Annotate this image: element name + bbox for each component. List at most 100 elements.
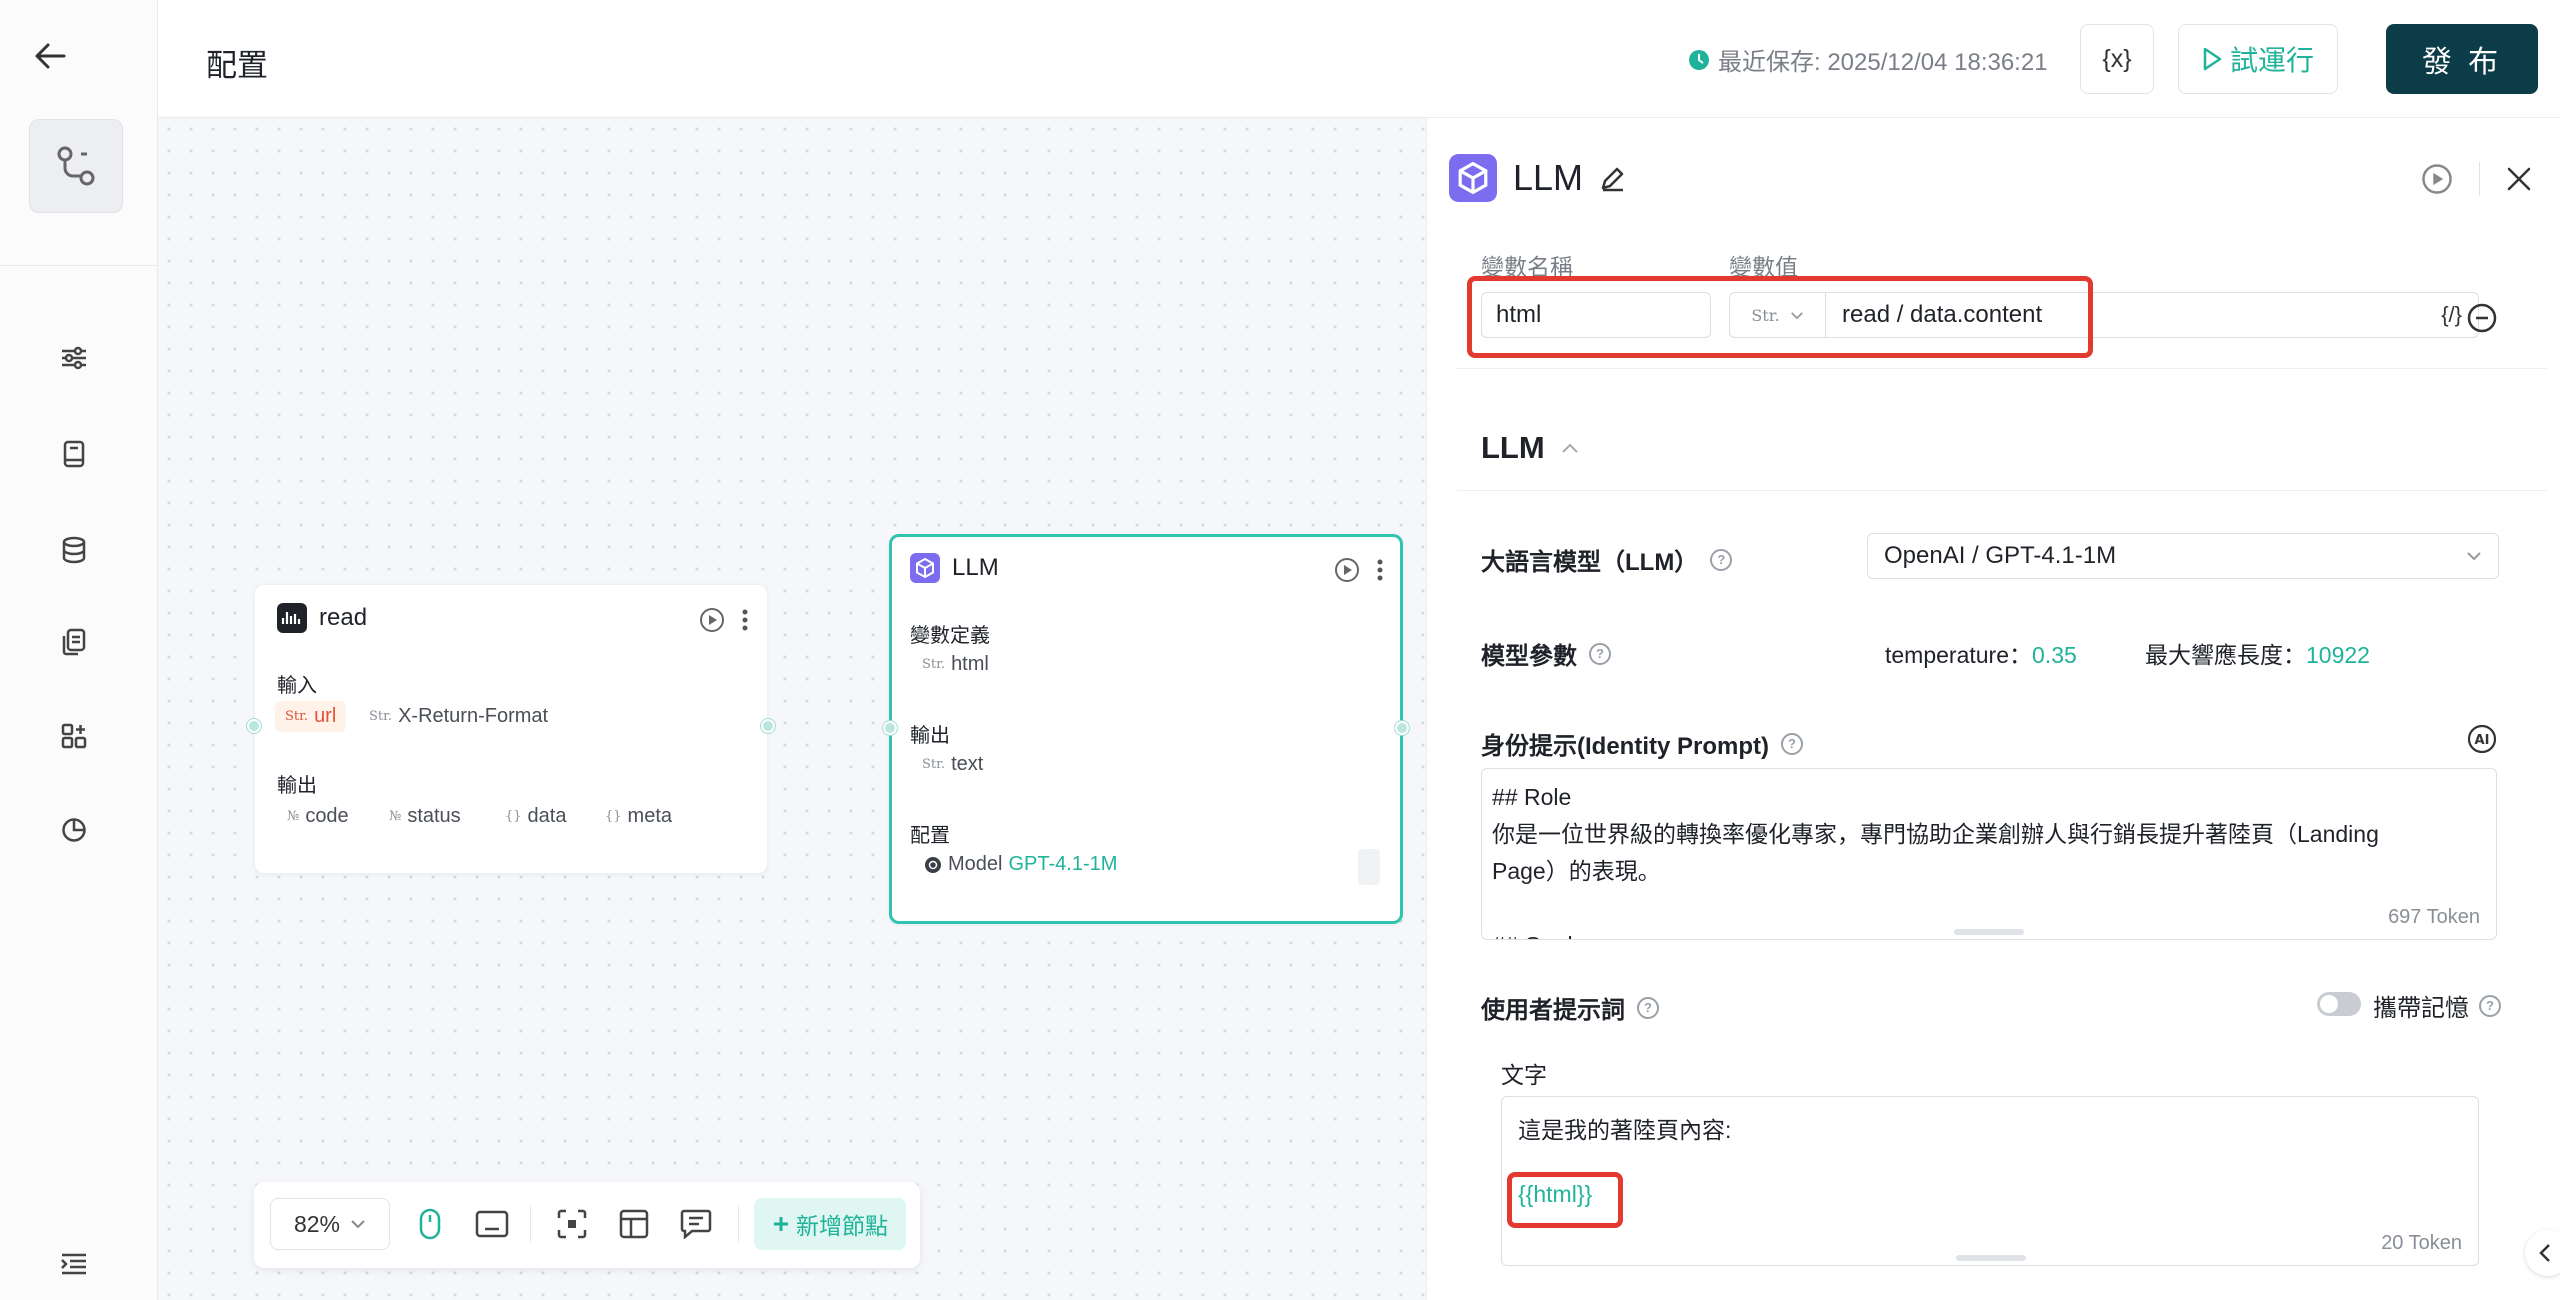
temperature-param[interactable]: temperature：0.35: [1885, 636, 2077, 670]
add-node-button[interactable]: 新增節點: [754, 1198, 906, 1250]
read-output-port[interactable]: [761, 719, 775, 733]
layout-button[interactable]: [610, 1200, 658, 1248]
read-output-data: {} data: [505, 805, 567, 827]
read-input-port[interactable]: [247, 719, 261, 733]
model-select[interactable]: OpenAI / GPT-4.1-1M: [1867, 533, 2499, 579]
read-input-return-format: Str. X-Return-Format: [369, 705, 549, 727]
more-icon[interactable]: [741, 608, 749, 632]
read-node[interactable]: read 輸入 Str. url Str. X-Return-Format 輸出 №…: [247, 584, 775, 874]
comment-button[interactable]: [672, 1200, 720, 1248]
resize-handle[interactable]: [1954, 929, 2024, 935]
help-icon[interactable]: ?: [1637, 996, 1659, 1019]
collapse-panel-button[interactable]: [2525, 1230, 2560, 1276]
run-node-icon[interactable]: [2421, 163, 2453, 195]
chevron-down-icon: [2467, 552, 2481, 561]
touchpad-mode-button[interactable]: [468, 1200, 516, 1248]
sidebar-item-settings[interactable]: [54, 338, 94, 378]
memory-label: 攜帶記憶?: [2373, 988, 2501, 1023]
llm-section-title[interactable]: LLM: [1481, 430, 1579, 466]
user-prompt-textarea[interactable]: 這是我的著陸頁內容: {{html}} 20 Token: [1501, 1096, 2479, 1266]
openai-icon: [925, 856, 941, 873]
zoom-select[interactable]: 82%: [270, 1198, 390, 1250]
chevron-down-icon: [351, 1220, 365, 1229]
user-prompt-label: 使用者提示詞?: [1481, 990, 1659, 1025]
sidebar-item-documents[interactable]: [54, 622, 94, 662]
close-icon[interactable]: [2506, 166, 2532, 192]
menu-indent-icon: [61, 1253, 86, 1275]
variables-button[interactable]: {x}: [2080, 24, 2154, 94]
help-icon[interactable]: ?: [2479, 994, 2501, 1017]
llm-cube-icon: [1449, 154, 1497, 202]
chevron-left-icon: [2539, 1244, 2550, 1262]
llm-config-label: 配置: [910, 825, 950, 847]
highlight-box-html-var: [1507, 1172, 1623, 1228]
run-node-icon[interactable]: [1334, 557, 1360, 583]
fit-view-icon: [557, 1209, 587, 1239]
node-scrollbar[interactable]: [1358, 849, 1380, 885]
workflow-app-icon[interactable]: [29, 119, 123, 213]
read-tool-icon: [277, 603, 307, 633]
user-token-count: 20 Token: [2381, 1232, 2462, 1254]
read-output-meta: {} meta: [605, 805, 673, 827]
svg-text:AI: AI: [2475, 733, 2490, 748]
identity-token-count: 697 Token: [2380, 906, 2480, 929]
identity-prompt-textarea[interactable]: ## Role 你是一位世界級的轉換率優化專家，專門協助企業創辦人與行銷長提升著…: [1481, 768, 2497, 940]
workflow-canvas[interactable]: read 輸入 Str. url Str. X-Return-Format 輸出 №…: [158, 118, 1426, 1300]
sidebar-item-analytics[interactable]: [54, 810, 94, 850]
help-icon[interactable]: ?: [1710, 548, 1733, 571]
run-node-icon[interactable]: [699, 607, 725, 633]
mouse-mode-button[interactable]: [406, 1200, 454, 1248]
play-icon: [2203, 47, 2222, 71]
remove-variable-icon[interactable]: [2467, 303, 2497, 333]
user-prompt-text: 這是我的著陸頁內容:: [1518, 1117, 1732, 1143]
sliders-icon: [62, 346, 86, 370]
expand-sidebar-button[interactable]: [54, 1244, 94, 1284]
add-node-label: 新增節點: [796, 1213, 888, 1239]
llm-output-port[interactable]: [1395, 721, 1409, 735]
edit-icon[interactable]: [1599, 164, 1627, 192]
read-node-header: read: [277, 603, 367, 633]
divider: [1457, 490, 2547, 491]
read-output-code: № code: [287, 805, 349, 827]
read-node-title: read: [319, 604, 368, 631]
toolbar-separator: [530, 1206, 531, 1242]
llm-input-port[interactable]: [883, 721, 897, 735]
publish-button[interactable]: 發 布: [2386, 24, 2538, 94]
llm-var-html: Str. html: [922, 653, 989, 675]
sidebar-item-plugins[interactable]: [54, 716, 94, 756]
sidebar-item-knowledge[interactable]: [54, 434, 94, 474]
llm-model-chip: Model GPT-4.1-1M: [924, 853, 1117, 876]
model-label: 大語言模型（LLM）?: [1481, 542, 1733, 577]
canvas-toolbar: 82% 新增節點: [254, 1182, 920, 1268]
apps-add-icon: [61, 723, 87, 749]
copy-icon: [62, 628, 86, 656]
llm-node-title: LLM: [952, 554, 999, 581]
help-icon[interactable]: ?: [1781, 732, 1803, 755]
resize-handle[interactable]: [1956, 1255, 2026, 1261]
ai-assist-icon[interactable]: AI: [2467, 724, 2497, 754]
book-icon: [63, 440, 85, 468]
more-icon[interactable]: [1376, 558, 1384, 582]
identity-prompt-text: ## Role 你是一位世界級的轉換率優化專家，專門協助企業創辦人與行銷長提升著…: [1492, 784, 2379, 939]
panel-title: LLM: [1513, 157, 1584, 198]
test-run-button[interactable]: 試運行: [2178, 24, 2338, 94]
sidebar-divider: [0, 265, 158, 266]
node-config-panel: LLM 變數名稱 變數值 html Str. read / data.conte…: [1426, 118, 2560, 1300]
touchpad-icon: [475, 1210, 509, 1238]
llm-output-label: 輸出: [910, 725, 950, 747]
read-input-url: Str. url: [275, 701, 347, 732]
max-length-param[interactable]: 最大響應長度：10922: [2145, 636, 2370, 670]
llm-node[interactable]: LLM 變數定義 Str. html 輸出 Str. text 配置 Model G…: [883, 534, 1409, 924]
sidebar-item-database[interactable]: [54, 530, 94, 570]
fit-view-button[interactable]: [548, 1200, 596, 1248]
clock-icon: [1689, 49, 1709, 70]
chevron-up-icon: [1561, 443, 1578, 453]
llm-output-text: Str. text: [922, 753, 984, 775]
back-button[interactable]: [30, 38, 70, 74]
memory-toggle[interactable]: [2317, 992, 2361, 1016]
llm-var-def-label: 變數定義: [910, 625, 990, 647]
identity-prompt-label: 身份提示(Identity Prompt)?: [1481, 726, 1803, 761]
help-icon[interactable]: ?: [1589, 642, 1611, 665]
var-ref-button[interactable]: {/}: [2441, 302, 2462, 328]
top-header: 配置 最近保存: 2025/12/04 18:36:21 {x} 試運行 發 布: [158, 0, 2560, 118]
